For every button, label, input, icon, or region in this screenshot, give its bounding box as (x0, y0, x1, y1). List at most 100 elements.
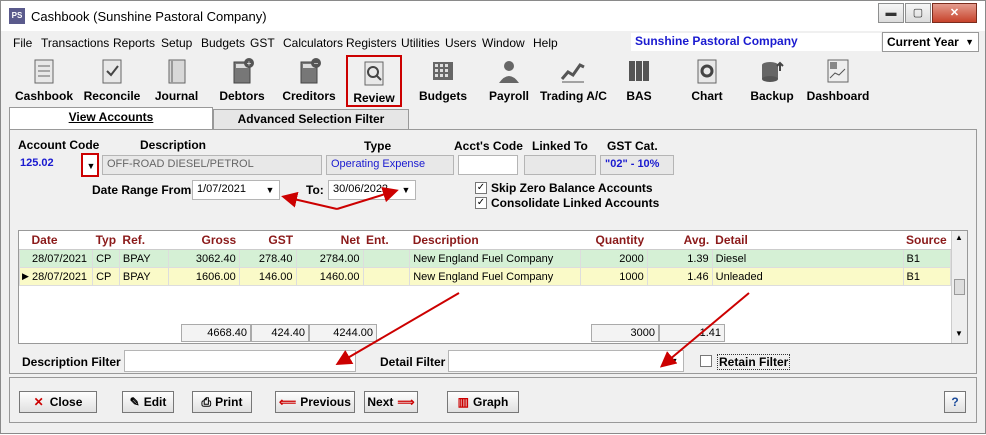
retain-filter-label: Retain Filter (717, 354, 791, 370)
menu-file[interactable]: File (13, 36, 32, 50)
previous-button[interactable]: ⟸ Previous (275, 391, 355, 413)
total-avg: 1.41 (659, 324, 725, 342)
description-filter-label: Description Filter (22, 355, 121, 369)
x-icon: ✕ (33, 395, 44, 409)
edit-button-label: Edit (143, 395, 167, 409)
printer-icon: ⎙ (201, 395, 212, 409)
description-filter-input[interactable] (124, 350, 356, 372)
menu-utilities[interactable]: Utilities (401, 36, 440, 50)
consolidate-label: Consolidate Linked Accounts (491, 196, 660, 210)
graph-button[interactable]: ▥ Graph (447, 391, 519, 413)
close-button[interactable]: ✕ Close (19, 391, 97, 413)
binders-icon (629, 61, 649, 81)
tab-advanced-selection-filter[interactable]: Advanced Selection Filter (213, 109, 409, 129)
vertical-scrollbar[interactable]: ▲ ▼ (951, 231, 967, 343)
col-avg[interactable]: Avg. (647, 231, 713, 250)
detail-filter-select[interactable]: ▼ (448, 350, 684, 372)
cell-quantity: 2000 (579, 249, 648, 268)
total-net: 4244.00 (309, 324, 377, 342)
type-label: Type (364, 139, 392, 153)
grid-icon (433, 62, 453, 80)
close-icon: ✕ (949, 7, 960, 19)
cell-detail: Diesel (711, 249, 904, 268)
help-button[interactable]: ? (944, 391, 966, 413)
period-select[interactable]: Current Year ▼ (882, 32, 979, 52)
menu-reports[interactable]: Reports (113, 36, 155, 50)
cell-description: New England Fuel Company (409, 267, 581, 286)
tab-label: View Accounts (68, 110, 154, 124)
col-net[interactable]: Net (296, 231, 364, 250)
tab-strip: View Accounts Advanced Selection Filter (7, 107, 983, 131)
toolbar-trading-ac[interactable]: Trading A/C (540, 55, 607, 105)
edit-button[interactable]: ✎ Edit (122, 391, 174, 413)
menu-transactions[interactable]: Transactions (41, 36, 109, 50)
toolbar-creditors[interactable]: − Creditors (277, 55, 341, 105)
period-value: Current Year (887, 35, 959, 49)
minimize-button[interactable]: ▬ (878, 3, 904, 23)
toolbar-cashbook[interactable]: Cashbook (13, 55, 75, 105)
toolbar-payroll[interactable]: Payroll (481, 55, 537, 105)
scroll-up-icon: ▲ (955, 233, 963, 242)
accts-code-field[interactable] (458, 155, 518, 175)
checklist-icon (102, 59, 122, 84)
cell-avg: 1.46 (646, 267, 713, 286)
col-description[interactable]: Description (409, 231, 581, 250)
toolbar-label: Payroll (488, 89, 530, 103)
col-ent[interactable]: Ent. (363, 231, 410, 250)
toolbar-reconcile[interactable]: Reconcile (81, 55, 143, 105)
scroll-down-icon: ▼ (955, 329, 963, 338)
retain-filter-checkbox[interactable] (700, 355, 712, 367)
print-button[interactable]: ⎙ Print (192, 391, 252, 413)
cell-gst: 278.40 (238, 249, 297, 268)
col-source[interactable]: Source (903, 231, 951, 250)
menu-gst[interactable]: GST (250, 36, 275, 50)
table-row[interactable]: 28/07/2021 CP BPAY 3062.40 278.40 2784.0… (18, 249, 951, 268)
skip-zero-checkbox[interactable]: ✓ (475, 182, 487, 194)
col-gst[interactable]: GST (239, 231, 297, 250)
close-window-button[interactable]: ✕ (932, 3, 977, 23)
toolbar-backup[interactable]: Backup (747, 55, 797, 105)
menu-users[interactable]: Users (445, 36, 476, 50)
account-code-dropdown[interactable]: ▼ (81, 153, 99, 177)
menu-window[interactable]: Window (482, 36, 525, 50)
table-row[interactable]: ▶ 28/07/2021 CP BPAY 1606.00 146.00 1460.… (18, 267, 951, 286)
toolbar-label: Journal (154, 89, 199, 103)
toolbar-budgets[interactable]: Budgets (413, 55, 473, 105)
cell-ref: BPAY (118, 249, 169, 268)
col-ref[interactable]: Ref. (119, 231, 169, 250)
scroll-thumb[interactable] (954, 279, 965, 295)
person-icon (499, 61, 519, 83)
col-date[interactable]: Date (19, 231, 93, 250)
cell-gst: 146.00 (238, 267, 297, 286)
toolbar-label: Debtors (219, 89, 265, 103)
date-from-field[interactable]: 1/07/2021 ▼ (192, 180, 280, 200)
linked-to-label: Linked To (532, 139, 588, 153)
toolbar-chart[interactable]: Chart (685, 55, 729, 105)
maximize-icon: ▢ (912, 7, 924, 19)
tab-view-accounts[interactable]: View Accounts (9, 107, 213, 131)
transactions-grid: Date Typ Ref. Gross GST Net Ent. Descrip… (18, 230, 968, 344)
menu-help[interactable]: Help (533, 36, 558, 50)
next-button[interactable]: Next ⟹ (364, 391, 418, 413)
menu-setup[interactable]: Setup (161, 36, 192, 50)
toolbar-bas[interactable]: BAS (617, 55, 661, 105)
toolbar-debtors[interactable]: + Debtors (211, 55, 273, 105)
col-detail[interactable]: Detail (712, 231, 903, 250)
previous-button-label: Previous (300, 395, 351, 409)
consolidate-checkbox[interactable]: ✓ (475, 197, 487, 209)
maximize-button[interactable]: ▢ (905, 3, 931, 23)
toolbar-review[interactable]: Review (346, 55, 402, 107)
menu-calculators[interactable]: Calculators (283, 36, 343, 50)
svg-text:+: + (247, 59, 252, 68)
toolbar-journal[interactable]: Journal (149, 55, 204, 105)
menu-budgets[interactable]: Budgets (201, 36, 245, 50)
company-name: Sunshine Pastoral Company (631, 33, 881, 51)
next-button-label: Next (367, 395, 394, 409)
date-to-field[interactable]: 30/06/2022 ▼ (328, 180, 416, 200)
type-field: Operating Expense (326, 155, 454, 175)
col-quantity[interactable]: Quantity (580, 231, 648, 250)
col-gross[interactable]: Gross (168, 231, 240, 250)
menu-registers[interactable]: Registers (346, 36, 397, 50)
col-typ[interactable]: Typ (92, 231, 120, 250)
toolbar-dashboard[interactable]: Dashboard (805, 55, 871, 105)
